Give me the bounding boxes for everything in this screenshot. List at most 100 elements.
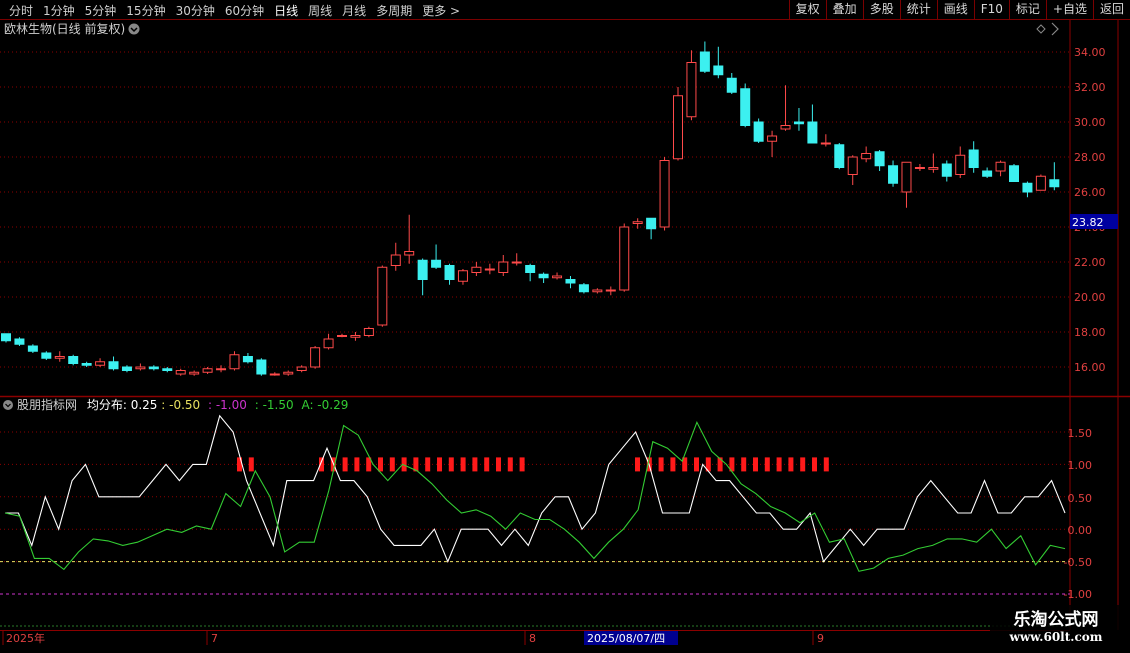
candle-up: [901, 161, 912, 193]
indicator-menu-icon[interactable]: [3, 400, 13, 410]
tab-daily[interactable]: 日线: [269, 2, 303, 19]
candle-down: [242, 356, 253, 363]
candle-down: [807, 121, 818, 144]
candle-down: [41, 352, 52, 359]
draw-line-button[interactable]: 画线: [936, 0, 974, 20]
f10-button[interactable]: F10: [973, 0, 1009, 20]
tab-more[interactable]: 更多 >: [417, 2, 465, 19]
candle-up: [914, 167, 925, 169]
candle-down: [699, 51, 710, 72]
statistics-button[interactable]: 统计: [899, 0, 937, 20]
legend-white: 均分布: 0.25: [87, 398, 158, 412]
candle-up: [310, 347, 321, 368]
legend-green: : -1.50: [255, 398, 294, 412]
candle-up: [659, 160, 670, 228]
date-label-aug: 8: [529, 632, 536, 645]
candle-down: [793, 121, 804, 125]
candle-down: [834, 144, 845, 168]
period-toolbar: 分时 1分钟 5分钟 15分钟 30分钟 60分钟 日线 周线 月线 多周期 更…: [0, 0, 1130, 20]
stock-title: 欧林生物(日线 前复权): [4, 21, 125, 36]
tab-multi-period[interactable]: 多周期: [371, 2, 417, 19]
signal-bar: [248, 457, 254, 472]
candle-up: [592, 289, 603, 293]
add-watchlist-button[interactable]: +自选: [1045, 0, 1093, 20]
signal-bar: [354, 457, 360, 472]
candle-up: [175, 370, 186, 375]
candle-down: [121, 366, 132, 371]
tab-60min[interactable]: 60分钟: [220, 2, 269, 19]
candle-down: [431, 259, 442, 268]
candle-up: [955, 154, 966, 175]
candle-up: [189, 371, 200, 375]
signal-bar: [670, 457, 676, 472]
price-tick: 34.00: [1074, 46, 1106, 59]
candle-up: [632, 221, 643, 224]
candle-up: [619, 226, 630, 291]
price-tick: 22.00: [1074, 256, 1106, 269]
watermark-title: 乐淘公式网: [1013, 610, 1099, 630]
chart-area[interactable]: 34.00 32.00 30.00 28.00 26.00 24.00 22.0…: [0, 20, 1130, 650]
candle-down: [417, 259, 428, 280]
multi-stock-button[interactable]: 多股: [862, 0, 900, 20]
candle-up: [552, 275, 563, 279]
tab-monthly[interactable]: 月线: [337, 2, 371, 19]
candle-up: [498, 261, 509, 273]
ind-tick: 0.50: [1068, 492, 1093, 505]
price-tick: 20.00: [1074, 291, 1106, 304]
signal-bar: [378, 457, 383, 472]
title-dropdown-icon[interactable]: [128, 23, 140, 35]
candle-up: [673, 95, 683, 160]
restore-rights-button[interactable]: 复权: [788, 0, 826, 20]
back-button[interactable]: 返回: [1092, 0, 1130, 20]
candle-up: [767, 135, 778, 142]
watermark: 乐淘公式网 www.60lt.com: [990, 605, 1122, 644]
candle-up: [861, 153, 872, 160]
chart-canvas[interactable]: 34.00 32.00 30.00 28.00 26.00 24.00 22.0…: [0, 20, 1130, 650]
candle-down: [1, 333, 11, 342]
candle-up: [377, 266, 388, 326]
candle-up: [820, 142, 831, 145]
candle-down: [27, 345, 38, 352]
signal-bar: [460, 457, 466, 472]
cursor-date: 2025/08/07/四: [587, 632, 665, 645]
candle-up: [350, 335, 361, 338]
ind-tick: 1.00: [1068, 459, 1093, 472]
indicator-name: 股朋指标网: [17, 397, 77, 412]
signal-bar: [635, 457, 640, 472]
tab-15min[interactable]: 15分钟: [121, 2, 170, 19]
overlay-button[interactable]: 叠加: [825, 0, 863, 20]
candle-down: [565, 279, 576, 284]
candle-up: [202, 368, 213, 373]
signal-bar: [519, 457, 525, 472]
price-tick: 28.00: [1074, 151, 1106, 164]
candle-down: [713, 65, 724, 76]
tab-timeshare[interactable]: 分时: [4, 2, 38, 19]
candle-up: [363, 328, 374, 336]
candle-down: [740, 88, 751, 126]
candle-up: [95, 361, 106, 366]
candle-down: [1009, 165, 1019, 182]
mark-button[interactable]: 标记: [1008, 0, 1046, 20]
signal-bar: [342, 457, 348, 472]
ind-tick: 1.50: [1068, 427, 1093, 440]
signal-bar: [753, 457, 758, 472]
candle-up: [229, 354, 240, 370]
candle-down: [753, 121, 764, 142]
tab-5min[interactable]: 5分钟: [80, 2, 122, 19]
candle-down: [941, 163, 952, 177]
tab-weekly[interactable]: 周线: [303, 2, 337, 19]
price-tick: 16.00: [1074, 361, 1106, 374]
watermark-url: www.60lt.com: [1009, 630, 1103, 644]
price-tick: 18.00: [1074, 326, 1106, 339]
tab-1min[interactable]: 1分钟: [38, 2, 80, 19]
candle-up: [605, 289, 616, 292]
candle-down: [646, 217, 657, 230]
signal-bar: [741, 457, 747, 472]
candle-up: [511, 261, 522, 264]
current-price-tag: 23.82: [1072, 216, 1104, 229]
legend-purple: : -1.00: [208, 398, 247, 412]
signal-bar: [484, 457, 490, 472]
tab-30min[interactable]: 30分钟: [171, 2, 220, 19]
candle-down: [888, 165, 899, 184]
date-label-year: 2025年: [6, 631, 45, 645]
